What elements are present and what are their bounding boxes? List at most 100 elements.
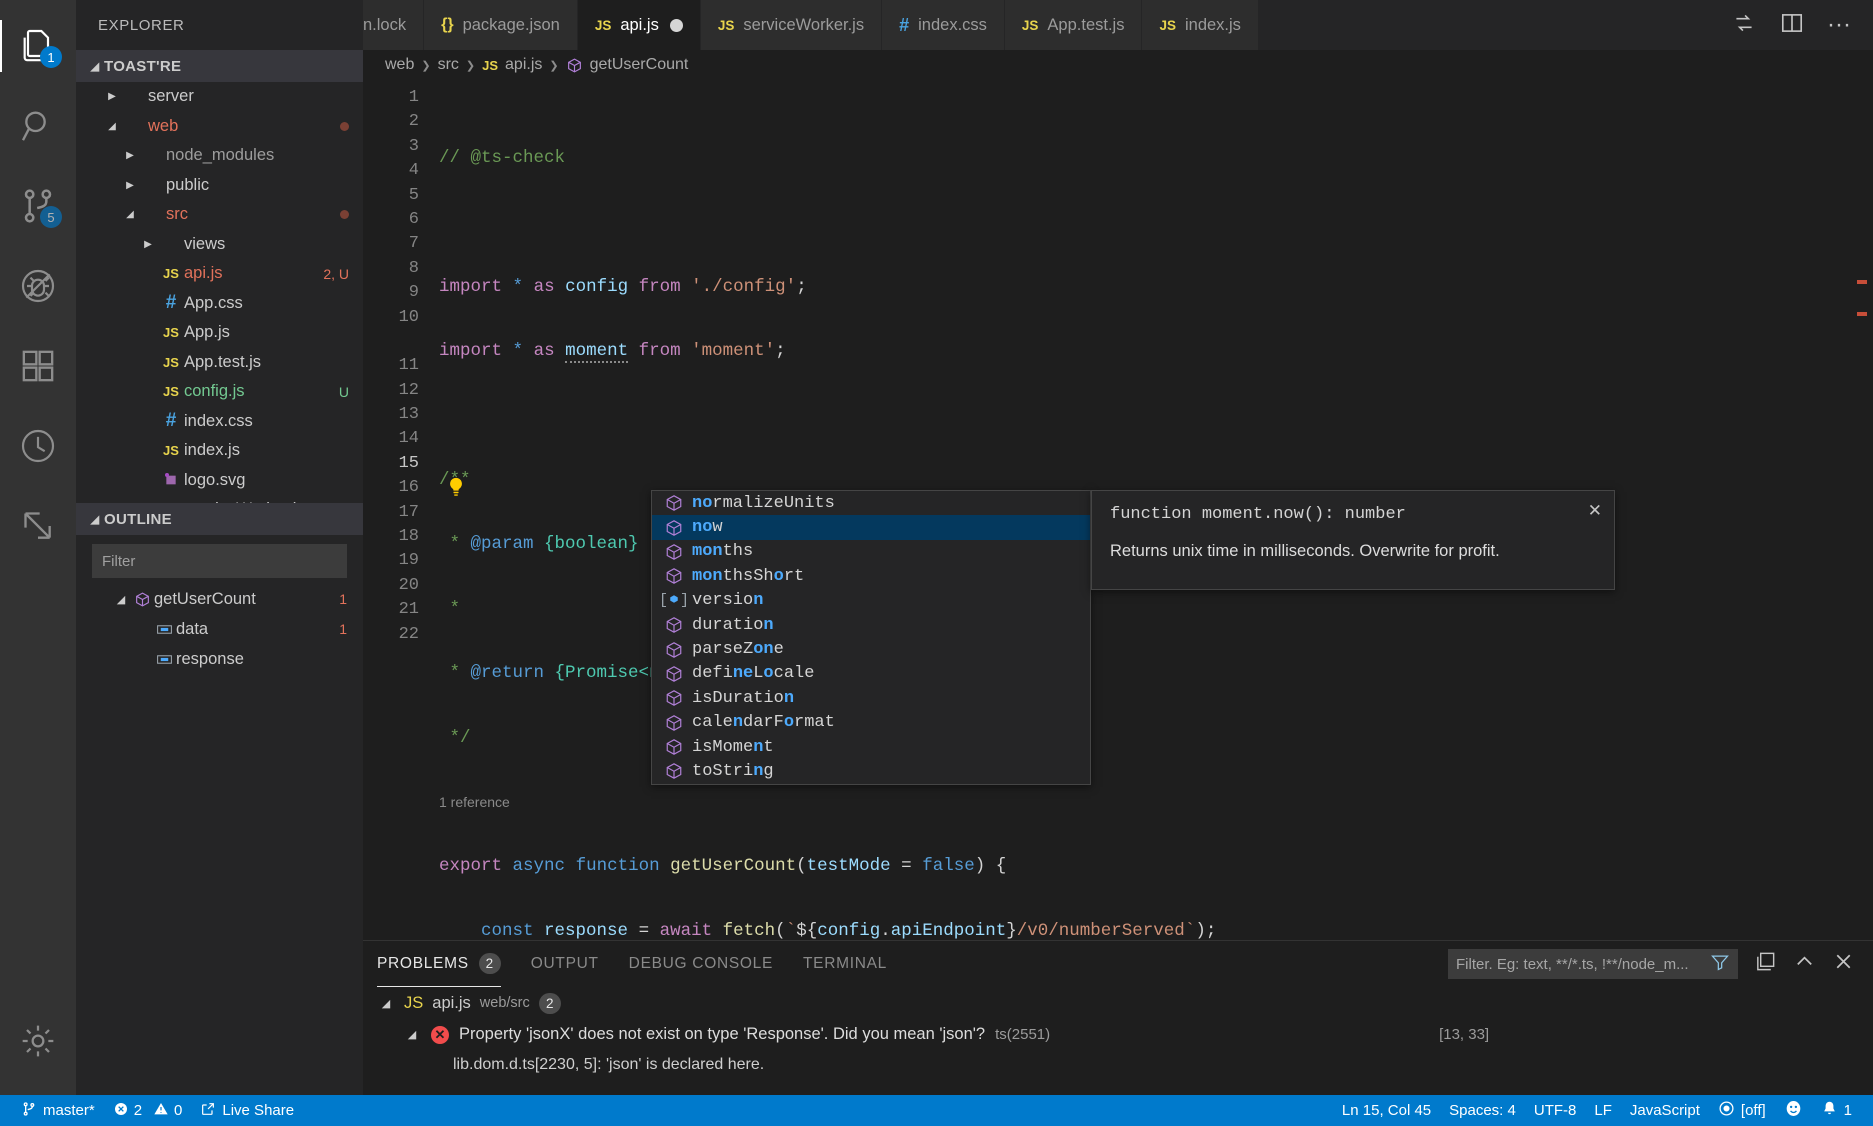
symbol-variable-icon (152, 621, 176, 638)
chevron-right-icon[interactable]: ▶ (120, 180, 140, 191)
suggestion-item-normalizeunits[interactable]: normalizeUnits (652, 491, 1090, 515)
chevron-right-icon[interactable]: ▶ (102, 91, 122, 102)
split-sync-icon[interactable] (1731, 10, 1757, 41)
tree-item-config-js[interactable]: JSconfig.jsU (76, 377, 363, 407)
tab-problems[interactable]: PROBLEMS 2 (377, 941, 501, 987)
activity-item-source-control[interactable]: 5 (0, 166, 76, 246)
status-eol[interactable]: LF (1585, 1095, 1621, 1126)
outline-filter-input[interactable]: Filter (92, 544, 347, 578)
status-indentation[interactable]: Spaces: 4 (1440, 1095, 1525, 1126)
tree-item-index-js[interactable]: JSindex.js (76, 436, 363, 466)
tree-item-app-css[interactable]: #App.css (76, 289, 363, 319)
activity-item-explorer[interactable]: 1 (0, 6, 76, 86)
chevron-right-icon[interactable]: ▶ (138, 239, 158, 250)
breadcrumb-item-symbol[interactable]: getUserCount (590, 56, 689, 74)
filter-settings-icon[interactable] (1710, 952, 1730, 976)
status-errors-warnings[interactable]: 2 0 (104, 1095, 192, 1126)
editor-tab-index-js[interactable]: JSindex.js (1142, 0, 1258, 50)
suggestion-item-tostring[interactable]: toString (652, 759, 1090, 783)
status-branch[interactable]: master* (12, 1095, 104, 1126)
outline-header[interactable]: ◢ OUTLINE (76, 503, 363, 535)
tree-item-logo-svg[interactable]: logo.svg (76, 466, 363, 496)
suggestion-item-definelocale[interactable]: defineLocale (652, 662, 1090, 686)
suggestion-item-duration[interactable]: duration (652, 613, 1090, 637)
editor-tab-serviceworker-js[interactable]: JSserviceWorker.js (701, 0, 882, 50)
code-line-1: // @ts-check (435, 146, 1873, 170)
split-panel-icon[interactable] (1754, 950, 1777, 978)
editor-tab-n-lock[interactable]: n.lock (363, 0, 424, 50)
tree-item-serviceworker-js[interactable]: JSserviceWorker.js (76, 495, 363, 503)
outline-item-getusercount[interactable]: ◢getUserCount1 (76, 584, 363, 614)
suggestion-item-monthsshort[interactable]: monthsShort (652, 564, 1090, 588)
tree-item-node-modules[interactable]: ▶node_modules (76, 141, 363, 171)
chevron-down-icon: ◢ (377, 997, 395, 1010)
breadcrumb-item-web[interactable]: web (385, 56, 414, 74)
editor-tab-app-test-js[interactable]: JSApp.test.js (1005, 0, 1143, 50)
unsaved-indicator[interactable] (670, 19, 683, 32)
suggestion-item-now[interactable]: now (652, 515, 1090, 539)
method-icon (664, 641, 684, 659)
status-language-mode[interactable]: JavaScript (1621, 1095, 1709, 1126)
problem-row[interactable]: ◢ ✕ Property 'jsonX' does not exist on t… (377, 1019, 1873, 1050)
status-notifications[interactable]: 1 (1812, 1095, 1861, 1126)
activity-item-extensions[interactable] (0, 326, 76, 406)
code-line-11: export async function getUserCount(testM… (435, 854, 1873, 878)
maximize-panel-icon[interactable] (1793, 950, 1816, 978)
breadcrumb-item-file[interactable]: api.js (505, 56, 542, 74)
editor-tab-api-js[interactable]: JSapi.js (578, 0, 701, 50)
line-number: 18 (363, 525, 435, 549)
tab-debug-console[interactable]: DEBUG CONSOLE (629, 941, 773, 987)
split-editor-icon[interactable] (1779, 10, 1805, 41)
tab-terminal[interactable]: TERMINAL (803, 941, 887, 987)
outline-item-response[interactable]: response (76, 644, 363, 674)
tree-item-app-js[interactable]: JSApp.js (76, 318, 363, 348)
tree-item-label: server (148, 87, 194, 106)
problem-related-info[interactable]: lib.dom.d.ts[2230, 5]: 'json' is declare… (377, 1050, 1873, 1080)
tree-item-api-js[interactable]: JSapi.js2, U (76, 259, 363, 289)
status-live-share[interactable]: Live Share (191, 1095, 303, 1126)
activity-item-search[interactable] (0, 86, 76, 166)
suggestion-item-months[interactable]: months (652, 540, 1090, 564)
close-panel-icon[interactable] (1832, 950, 1855, 978)
codelens-reference[interactable]: 1 reference (435, 790, 1873, 814)
explorer-project-header[interactable]: ◢ TOAST'RE (76, 50, 363, 82)
status-tslint[interactable]: [off] (1709, 1095, 1775, 1126)
activity-item-testing[interactable] (0, 406, 76, 486)
suggestion-item-ismoment[interactable]: isMoment (652, 735, 1090, 759)
breadcrumb-item-src[interactable]: src (438, 56, 459, 74)
chevron-down-icon[interactable]: ◢ (120, 209, 140, 220)
tree-item-index-css[interactable]: #index.css (76, 407, 363, 437)
suggestion-item-version[interactable]: []version (652, 589, 1090, 613)
problems-file-row[interactable]: ◢ JS api.js web/src 2 (377, 987, 1873, 1019)
suggestion-item-calendarformat[interactable]: calendarFormat (652, 711, 1090, 735)
outline-item-data[interactable]: data1 (76, 614, 363, 644)
activity-item-live-share[interactable] (0, 486, 76, 566)
suggestion-item-isduration[interactable]: isDuration (652, 686, 1090, 710)
chevron-down-icon[interactable]: ◢ (102, 121, 122, 132)
tree-item-server[interactable]: ▶ server (76, 82, 363, 112)
tree-item-web[interactable]: ◢web (76, 112, 363, 142)
tree-item-app-test-js[interactable]: JSApp.test.js (76, 348, 363, 378)
more-actions-icon[interactable]: ··· (1827, 19, 1851, 31)
editor-actions: ··· (1709, 0, 1873, 50)
chevron-down-icon[interactable]: ◢ (112, 593, 130, 606)
editor-tab-package-json[interactable]: {}package.json (424, 0, 578, 50)
suggestion-item-parsezone[interactable]: parseZone (652, 637, 1090, 661)
status-encoding[interactable]: UTF-8 (1525, 1095, 1586, 1126)
code-editor[interactable]: 12345678910111213141516171819202122 // @… (363, 80, 1873, 940)
tree-item-views[interactable]: ▶views (76, 230, 363, 260)
suggestion-widget[interactable]: normalizeUnitsnowmonthsmonthsShort[]vers… (651, 490, 1091, 785)
status-cursor-position[interactable]: Ln 15, Col 45 (1333, 1095, 1440, 1126)
activity-item-run-debug[interactable] (0, 246, 76, 326)
tree-item-public[interactable]: ▶public (76, 171, 363, 201)
close-icon[interactable]: ✕ (1588, 501, 1602, 521)
suggestion-item-label: defineLocale (692, 664, 814, 683)
activity-item-manage[interactable] (0, 1001, 76, 1081)
quick-fix-lightbulb-icon[interactable] (445, 476, 467, 503)
editor-tab-index-css[interactable]: #index.css (882, 0, 1005, 50)
status-feedback[interactable] (1775, 1095, 1812, 1126)
tree-item-src[interactable]: ◢src (76, 200, 363, 230)
problems-filter-input[interactable]: Filter. Eg: text, **/*.ts, !**/node_m... (1448, 949, 1738, 979)
tab-output[interactable]: OUTPUT (531, 941, 599, 987)
chevron-right-icon[interactable]: ▶ (120, 150, 140, 161)
